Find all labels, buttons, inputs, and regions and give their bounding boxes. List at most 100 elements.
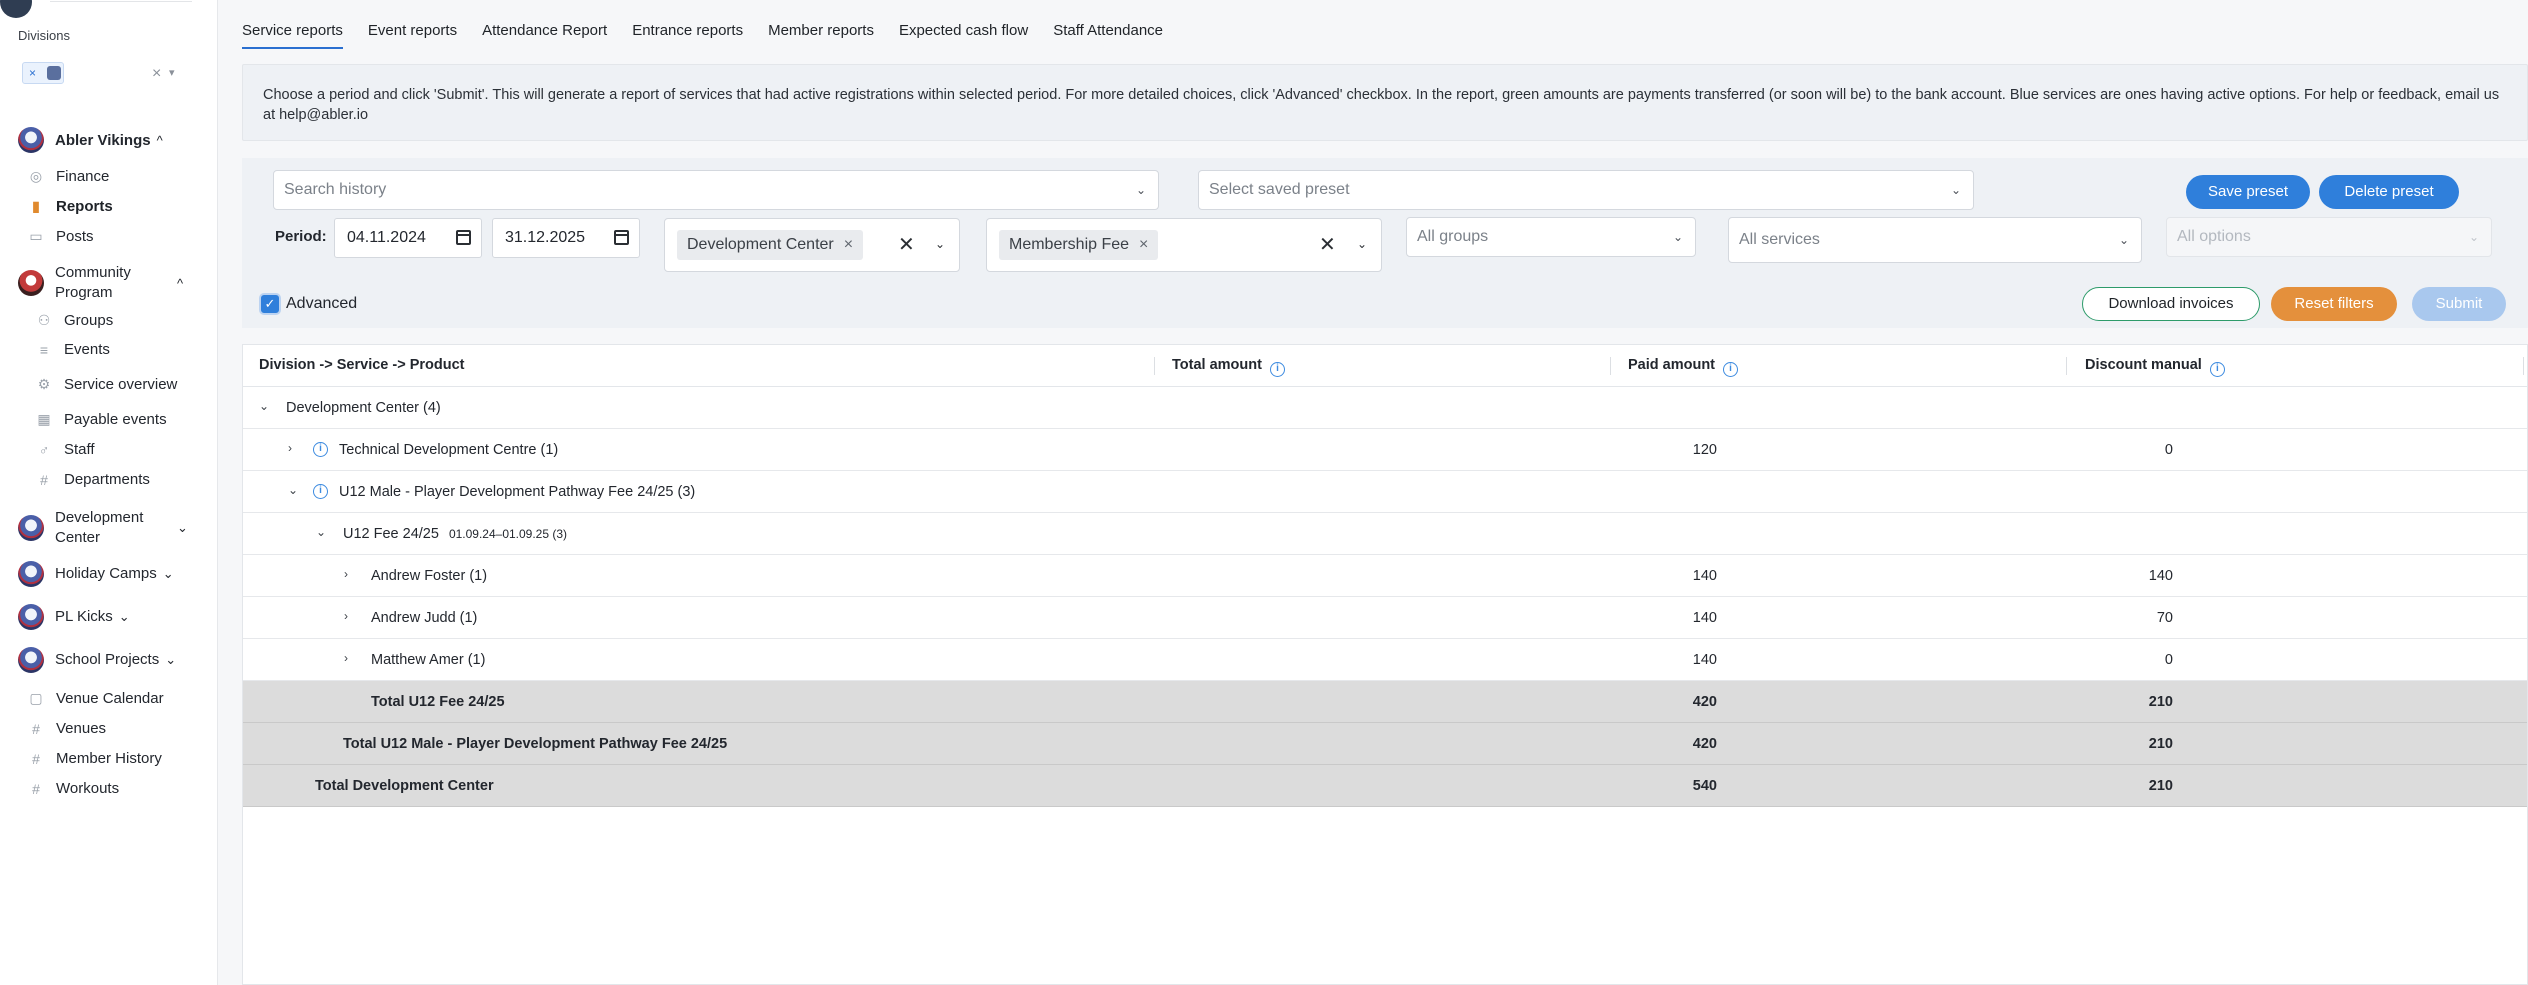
info-icon[interactable]: i <box>313 442 328 457</box>
sidebar-item-posts[interactable]: ▭ Posts <box>28 228 93 245</box>
chevron-right-icon[interactable]: › <box>344 651 348 665</box>
table-row[interactable]: › Matthew Amer (1) 140 0 0 <box>243 639 2527 681</box>
header-total-amount[interactable]: Total amount i <box>1172 357 1285 377</box>
chevron-down-icon[interactable]: ⌄ <box>316 525 326 539</box>
sidebar-item-finance[interactable]: ◎ Finance <box>28 168 109 185</box>
tab-event-reports[interactable]: Event reports <box>368 22 457 46</box>
org-abler-vikings[interactable]: Abler Vikings ^ <box>18 127 163 153</box>
tab-service-reports[interactable]: Service reports <box>242 22 343 49</box>
info-icon[interactable]: i <box>2209 362 2225 377</box>
sidebar-item-groups[interactable]: ⚇ Groups <box>36 312 113 329</box>
total-row: Total U12 Fee 24/25 420 210 210 <box>243 681 2527 723</box>
org-development-center[interactable]: Development Center ⌄ <box>18 508 188 548</box>
remove-chip-icon[interactable]: × <box>1139 236 1148 253</box>
org-pl-kicks[interactable]: PL Kicks ⌄ <box>18 604 130 630</box>
date-to-input[interactable]: 31.12.2025 <box>492 218 640 258</box>
division-multiselect[interactable]: Development Center × ✕ ⌄ <box>664 218 960 272</box>
date-from-input[interactable]: 04.11.2024 <box>334 218 482 258</box>
chevron-down-icon[interactable]: ⌄ <box>165 652 176 668</box>
calendar-icon[interactable] <box>614 230 629 245</box>
reset-filters-button[interactable]: Reset filters <box>2271 287 2397 321</box>
sidebar-item-venue-calendar[interactable]: ▢ Venue Calendar <box>28 690 163 707</box>
delete-preset-button[interactable]: Delete preset <box>2319 175 2459 209</box>
header-discount-manual[interactable]: Discount manual i <box>2085 357 2225 377</box>
clear-icon[interactable]: ✕ <box>898 232 915 257</box>
options-select[interactable]: All options ⌄ <box>2166 217 2492 257</box>
table-row[interactable]: ⌄ Development Center (4) <box>243 387 2527 429</box>
date-from-value: 04.11.2024 <box>347 229 426 246</box>
column-separator[interactable] <box>1154 357 1155 375</box>
chevron-down-icon[interactable]: ⌄ <box>288 483 298 497</box>
calendar-icon[interactable] <box>456 230 471 245</box>
sidebar-item-departments[interactable]: # Departments <box>36 471 150 488</box>
sidebar-item-workouts[interactable]: # Workouts <box>28 780 119 797</box>
row-label: Technical Development Centre (1) <box>339 442 559 458</box>
clear-icon[interactable]: × <box>152 65 161 83</box>
division-chip: Development Center × <box>677 230 864 260</box>
header-paid-amount[interactable]: Paid amount i <box>1628 357 1739 377</box>
sidebar-item-service-overview[interactable]: ⚙ Service overview <box>36 376 178 393</box>
table-row[interactable]: ⌄ U12 Fee 24/25 01.09.24–01.09.25 (3) <box>243 513 2527 555</box>
sidebar-item-events[interactable]: ≡ Events <box>36 341 110 358</box>
discount-manual: 70 <box>2509 610 2528 626</box>
groups-select[interactable]: All groups ⌄ <box>1406 217 1696 257</box>
saved-preset-select[interactable]: Select saved preset ⌄ <box>1198 170 1974 210</box>
chevron-right-icon[interactable]: › <box>344 609 348 623</box>
chevron-down-icon[interactable]: ⌄ <box>119 609 130 625</box>
sidebar-item-payable-events[interactable]: ▦ Payable events <box>36 411 166 428</box>
org-community-program[interactable]: Community Program ^ <box>18 263 183 303</box>
column-separator[interactable] <box>2066 357 2067 375</box>
chevron-down-icon[interactable]: ⌄ <box>259 399 269 413</box>
user-avatar[interactable] <box>0 0 32 18</box>
org-school-projects[interactable]: School Projects ⌄ <box>18 647 176 673</box>
product-multiselect[interactable]: Membership Fee × ✕ ⌄ <box>986 218 1382 272</box>
submit-button[interactable]: Submit <box>2412 287 2506 321</box>
row-label: Andrew Judd (1) <box>371 610 478 626</box>
paid-amount: 210 <box>2148 694 2173 710</box>
tab-staff-attendance[interactable]: Staff Attendance <box>1053 22 1163 46</box>
product-chip: Membership Fee × <box>999 230 1159 260</box>
tab-member-reports[interactable]: Member reports <box>768 22 874 46</box>
save-preset-button[interactable]: Save preset <box>2186 175 2310 209</box>
sidebar-item-staff[interactable]: ♂ Staff <box>36 441 95 458</box>
chevron-up-icon[interactable]: ^ <box>177 276 183 291</box>
chevron-down-icon[interactable]: ⌄ <box>935 237 945 251</box>
column-separator[interactable] <box>2523 357 2524 375</box>
chevron-right-icon[interactable]: › <box>288 441 292 455</box>
remove-chip-icon[interactable]: × <box>844 236 853 253</box>
divisions-select[interactable]: × × ▾ <box>18 61 188 89</box>
info-icon[interactable]: i <box>313 484 328 499</box>
staff-icon: ♂ <box>38 441 50 458</box>
info-icon[interactable]: i <box>1723 362 1739 377</box>
org-holiday-camps[interactable]: Holiday Camps ⌄ <box>18 561 174 587</box>
remove-tag-icon[interactable]: × <box>29 66 36 80</box>
table-row[interactable]: › i Technical Development Centre (1) 120… <box>243 429 2527 471</box>
tab-attendance-report[interactable]: Attendance Report <box>482 22 607 46</box>
table-row[interactable]: › Andrew Foster (1) 140 140 140 <box>243 555 2527 597</box>
services-select[interactable]: All services ⌄ <box>1728 217 2142 263</box>
clear-icon[interactable]: ✕ <box>1319 232 1336 257</box>
advanced-checkbox[interactable]: ✓ <box>259 293 281 315</box>
sidebar-item-label: Venues <box>56 720 107 737</box>
sidebar-item-reports[interactable]: ▮ Reports <box>28 198 113 215</box>
chevron-down-icon[interactable]: ▾ <box>169 66 175 79</box>
chevron-up-icon[interactable]: ^ <box>157 133 163 148</box>
download-invoices-button[interactable]: Download invoices <box>2082 287 2260 321</box>
division-tag[interactable]: × <box>22 62 64 84</box>
sidebar-item-venues[interactable]: # Venues <box>28 720 106 737</box>
chevron-right-icon[interactable]: › <box>344 567 348 581</box>
chevron-down-icon[interactable]: ⌄ <box>177 520 188 536</box>
sidebar-item-member-history[interactable]: # Member History <box>28 750 162 767</box>
tab-expected-cash-flow[interactable]: Expected cash flow <box>899 22 1028 46</box>
paid-amount: 210 <box>2148 736 2173 752</box>
column-separator[interactable] <box>1610 357 1611 375</box>
tab-entrance-reports[interactable]: Entrance reports <box>632 22 743 46</box>
search-history-select[interactable]: Search history ⌄ <box>273 170 1159 210</box>
header-division-service-product[interactable]: Division -> Service -> Product <box>259 357 465 373</box>
info-icon[interactable]: i <box>1269 362 1285 377</box>
table-row[interactable]: › Andrew Judd (1) 140 70 70 <box>243 597 2527 639</box>
discount-manual: 0 <box>2509 442 2528 458</box>
chevron-down-icon[interactable]: ⌄ <box>163 566 174 582</box>
chevron-down-icon[interactable]: ⌄ <box>1357 237 1367 251</box>
table-row[interactable]: ⌄ i U12 Male - Player Development Pathwa… <box>243 471 2527 513</box>
